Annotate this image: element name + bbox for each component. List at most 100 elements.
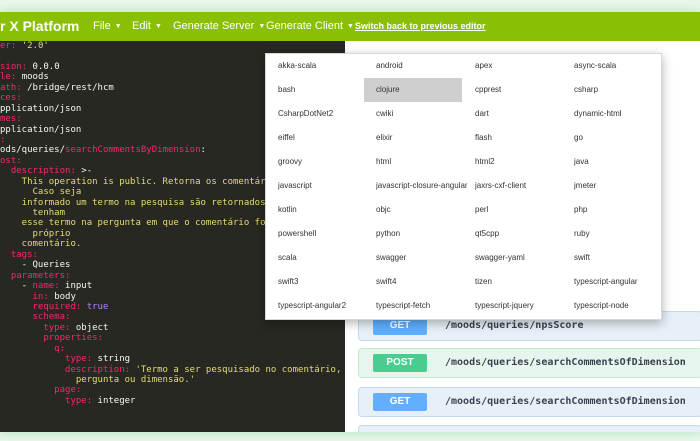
client-option-swift4[interactable]: swift4 xyxy=(376,270,474,294)
code-token: q: xyxy=(0,343,66,354)
operation-get-searchcommentsofdimension[interactable]: GET /moods/queries/searchCommentsOfDimen… xyxy=(358,387,700,417)
client-option-qt5cpp[interactable]: qt5cpp xyxy=(475,222,573,246)
chevron-down-icon: ▼ xyxy=(347,23,354,30)
method-badge: GET xyxy=(373,393,427,411)
client-option-perl[interactable]: perl xyxy=(475,198,573,222)
client-option-csharp[interactable]: csharp xyxy=(574,78,672,102)
client-option-jmeter[interactable]: jmeter xyxy=(574,174,672,198)
chevron-down-icon: ▼ xyxy=(114,23,122,30)
code-token: input xyxy=(65,281,93,292)
client-option-groovy[interactable]: groovy xyxy=(278,150,376,174)
code-token: true xyxy=(86,301,109,312)
menu-generate-client[interactable]: Generate Client ▼ xyxy=(266,12,354,41)
code-token: esse termo na pergunta em que o comentár… xyxy=(0,218,293,229)
client-option-jaxrs-cxf-client[interactable]: jaxrs-cxf-client xyxy=(475,174,573,198)
menu-edit[interactable]: Edit ▼ xyxy=(132,12,162,41)
client-option-swagger[interactable]: swagger xyxy=(376,246,474,270)
code-token: type: xyxy=(0,322,76,333)
client-option-android[interactable]: android xyxy=(376,54,474,78)
client-option-java[interactable]: java xyxy=(574,150,672,174)
code-line[interactable]: type: object xyxy=(0,323,345,333)
client-option-async-scala[interactable]: async-scala xyxy=(574,54,672,78)
operation-post-searchcommentsofdimension[interactable]: POST /moods/queries/searchCommentsOfDime… xyxy=(358,348,700,378)
client-option-kotlin[interactable]: kotlin xyxy=(278,198,376,222)
client-option-ruby[interactable]: ruby xyxy=(574,222,672,246)
menu-generate-server[interactable]: Generate Server ▼ xyxy=(173,12,265,41)
code-token: ost: xyxy=(0,155,22,166)
code-token: le: xyxy=(0,72,22,83)
code-token: sion: xyxy=(0,61,33,72)
client-option-akka-scala[interactable]: akka-scala xyxy=(278,54,376,78)
client-option-javascript-closure-angular[interactable]: javascript-closure-angular xyxy=(376,174,474,198)
client-option-php[interactable]: php xyxy=(574,198,672,222)
code-token: moods xyxy=(21,72,49,83)
code-line[interactable]: page: xyxy=(0,385,345,395)
code-line[interactable]: type: integer xyxy=(0,396,345,406)
client-option-tizen[interactable]: tizen xyxy=(475,270,573,294)
code-token: This operation is public. Retorna os com… xyxy=(0,176,293,187)
method-badge: POST xyxy=(373,354,427,372)
code-token: tags: xyxy=(0,249,38,260)
client-option-go[interactable]: go xyxy=(574,126,672,150)
code-token: 'Termo a ser pesquisado no comentário, xyxy=(135,364,342,375)
client-option-typescript-fetch[interactable]: typescript-fetch xyxy=(376,294,474,318)
client-option-javascript[interactable]: javascript xyxy=(278,174,376,198)
code-line[interactable]: type: string xyxy=(0,354,345,364)
chevron-down-icon: ▼ xyxy=(258,23,266,30)
client-option-typescript-jquery[interactable]: typescript-jquery xyxy=(475,294,573,318)
menu-file[interactable]: File ▼ xyxy=(93,12,122,41)
code-token: object xyxy=(75,322,109,333)
code-token: name: xyxy=(32,281,66,292)
client-option-html[interactable]: html xyxy=(376,150,474,174)
client-option-eiffel[interactable]: eiffel xyxy=(278,126,376,150)
client-option-swagger-yaml[interactable]: swagger-yaml xyxy=(475,246,573,270)
operation-partial[interactable] xyxy=(358,425,700,432)
chevron-down-icon: ▼ xyxy=(154,23,162,30)
code-token: string xyxy=(97,354,131,365)
client-option-typescript-angular[interactable]: typescript-angular xyxy=(574,270,672,294)
code-token: parameters: xyxy=(0,270,71,281)
code-token: mes: xyxy=(0,114,22,125)
client-option-bash[interactable]: bash xyxy=(278,78,376,102)
client-option-powershell[interactable]: powershell xyxy=(278,222,376,246)
client-option-swift3[interactable]: swift3 xyxy=(278,270,376,294)
code-token: type: xyxy=(0,395,98,406)
code-token: comentário. xyxy=(0,239,82,250)
client-option-dart[interactable]: dart xyxy=(475,102,573,126)
client-option-clojure[interactable]: clojure xyxy=(364,78,462,102)
code-token: : xyxy=(200,145,206,156)
client-option-python[interactable]: python xyxy=(376,222,474,246)
code-token: body xyxy=(54,291,76,302)
client-option-dynamic-html[interactable]: dynamic-html xyxy=(574,102,672,126)
switch-editor-link[interactable]: Switch back to previous editor xyxy=(355,12,486,41)
code-token: schema: xyxy=(0,312,71,323)
client-option-typescript-angular2[interactable]: typescript-angular2 xyxy=(278,294,376,318)
client-option-csharpdotnet2[interactable]: CsharpDotNet2 xyxy=(278,102,376,126)
code-token: Caso seja xyxy=(0,187,82,198)
client-option-cpprest[interactable]: cpprest xyxy=(475,78,573,102)
client-option-flash[interactable]: flash xyxy=(475,126,573,150)
code-token: type: xyxy=(0,354,98,365)
code-line[interactable]: description: 'Termo a ser pesquisado no … xyxy=(0,365,345,375)
code-line[interactable]: q: xyxy=(0,344,345,354)
code-line[interactable]: er: '2.0' xyxy=(0,41,345,51)
client-option-cwiki[interactable]: cwiki xyxy=(376,102,474,126)
code-token: required: xyxy=(0,301,87,312)
code-token: er: xyxy=(0,41,22,51)
code-token: searchCommentsByDimension xyxy=(65,145,201,156)
generate-client-dropdown: akka-scala android apex async-scala bash cloj… xyxy=(265,53,662,320)
client-option-swift[interactable]: swift xyxy=(574,246,672,270)
code-token: pergunta ou dimensão.' xyxy=(0,375,196,385)
client-option-apex[interactable]: apex xyxy=(475,54,573,78)
code-token: ces: xyxy=(0,93,22,104)
code-token: informado um termo na pesquisa são retor… xyxy=(0,197,293,208)
client-option-objc[interactable]: objc xyxy=(376,198,474,222)
client-option-typescript-node[interactable]: typescript-node xyxy=(574,294,672,318)
code-line[interactable]: pergunta ou dimensão.' xyxy=(0,375,345,385)
code-token: pplication/json xyxy=(0,103,82,114)
client-option-elixir[interactable]: elixir xyxy=(376,126,474,150)
client-option-html2[interactable]: html2 xyxy=(475,150,573,174)
client-option-scala[interactable]: scala xyxy=(278,246,376,270)
code-token: ath: xyxy=(0,82,28,93)
code-line[interactable]: properties: xyxy=(0,333,345,343)
